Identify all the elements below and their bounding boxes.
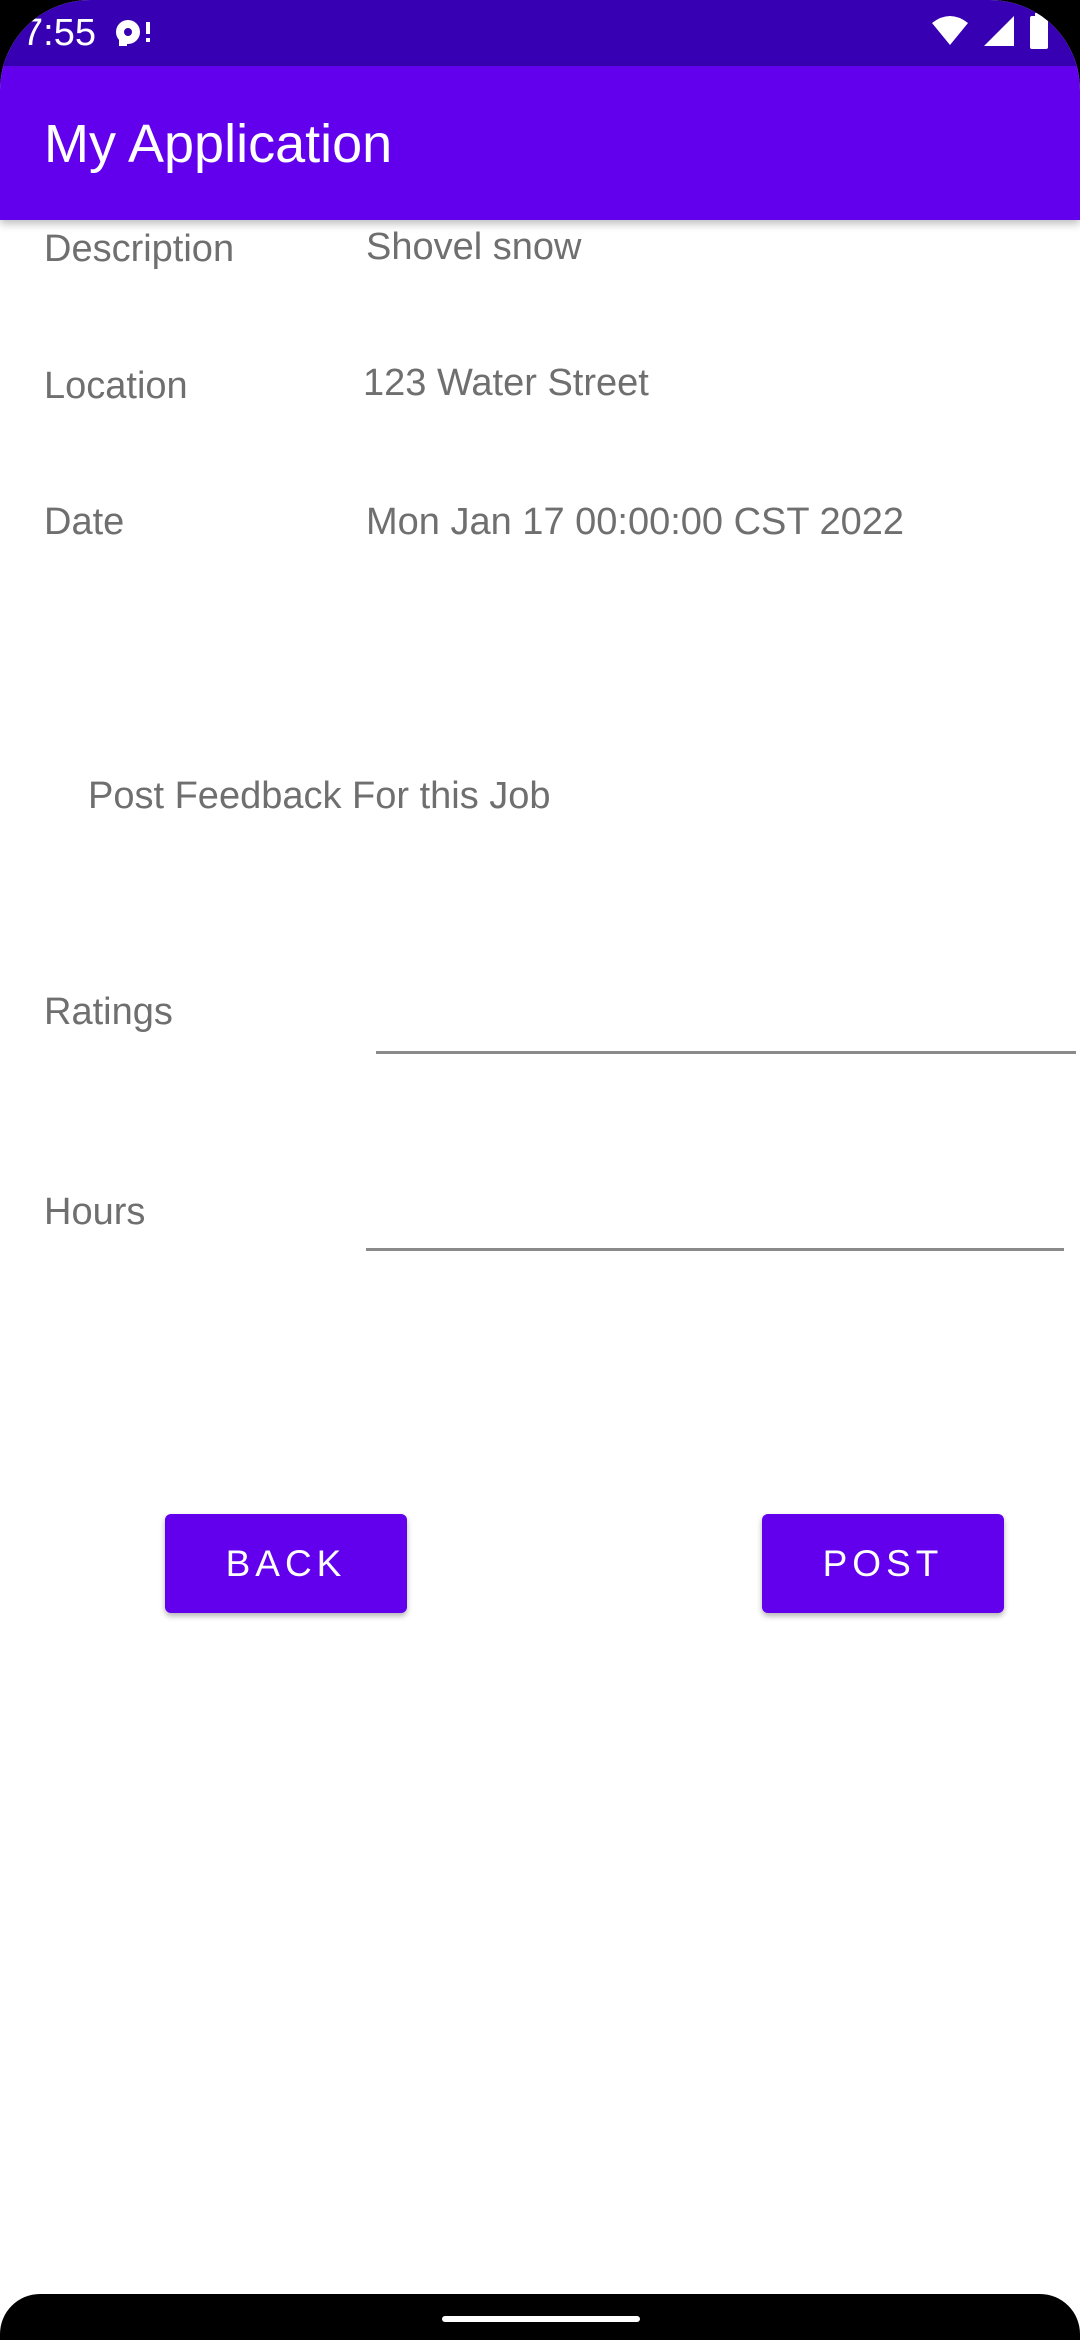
date-label: Date: [44, 501, 125, 543]
back-button[interactable]: BACK: [165, 1514, 407, 1613]
date-value: Mon Jan 17 00:00:00 CST 2022: [366, 501, 905, 543]
description-label: Description: [44, 228, 235, 270]
feedback-heading: Post Feedback For this Job: [88, 775, 551, 817]
status-bar: 7:55: [0, 0, 1080, 66]
location-value: 123 Water Street: [363, 362, 649, 404]
ratings-label: Ratings: [44, 991, 173, 1033]
notification-icon: [112, 14, 156, 50]
home-handle[interactable]: [442, 2316, 640, 2322]
app-screen: 7:55 My Application Description Shovel s…: [0, 0, 1080, 2340]
hours-label: Hours: [44, 1191, 146, 1233]
description-value: Shovel snow: [366, 226, 582, 268]
app-title: My Application: [44, 114, 393, 174]
status-icons: [930, 12, 1050, 54]
wifi-icon: [930, 15, 970, 52]
ratings-input[interactable]: [376, 994, 1076, 1054]
status-time: 7:55: [22, 12, 96, 54]
location-label: Location: [44, 365, 188, 407]
battery-icon: [1028, 12, 1050, 54]
post-button[interactable]: POST: [762, 1514, 1004, 1613]
cell-signal-icon: [982, 14, 1016, 53]
app-bar: My Application: [0, 66, 1080, 220]
hours-input[interactable]: [366, 1191, 1064, 1251]
